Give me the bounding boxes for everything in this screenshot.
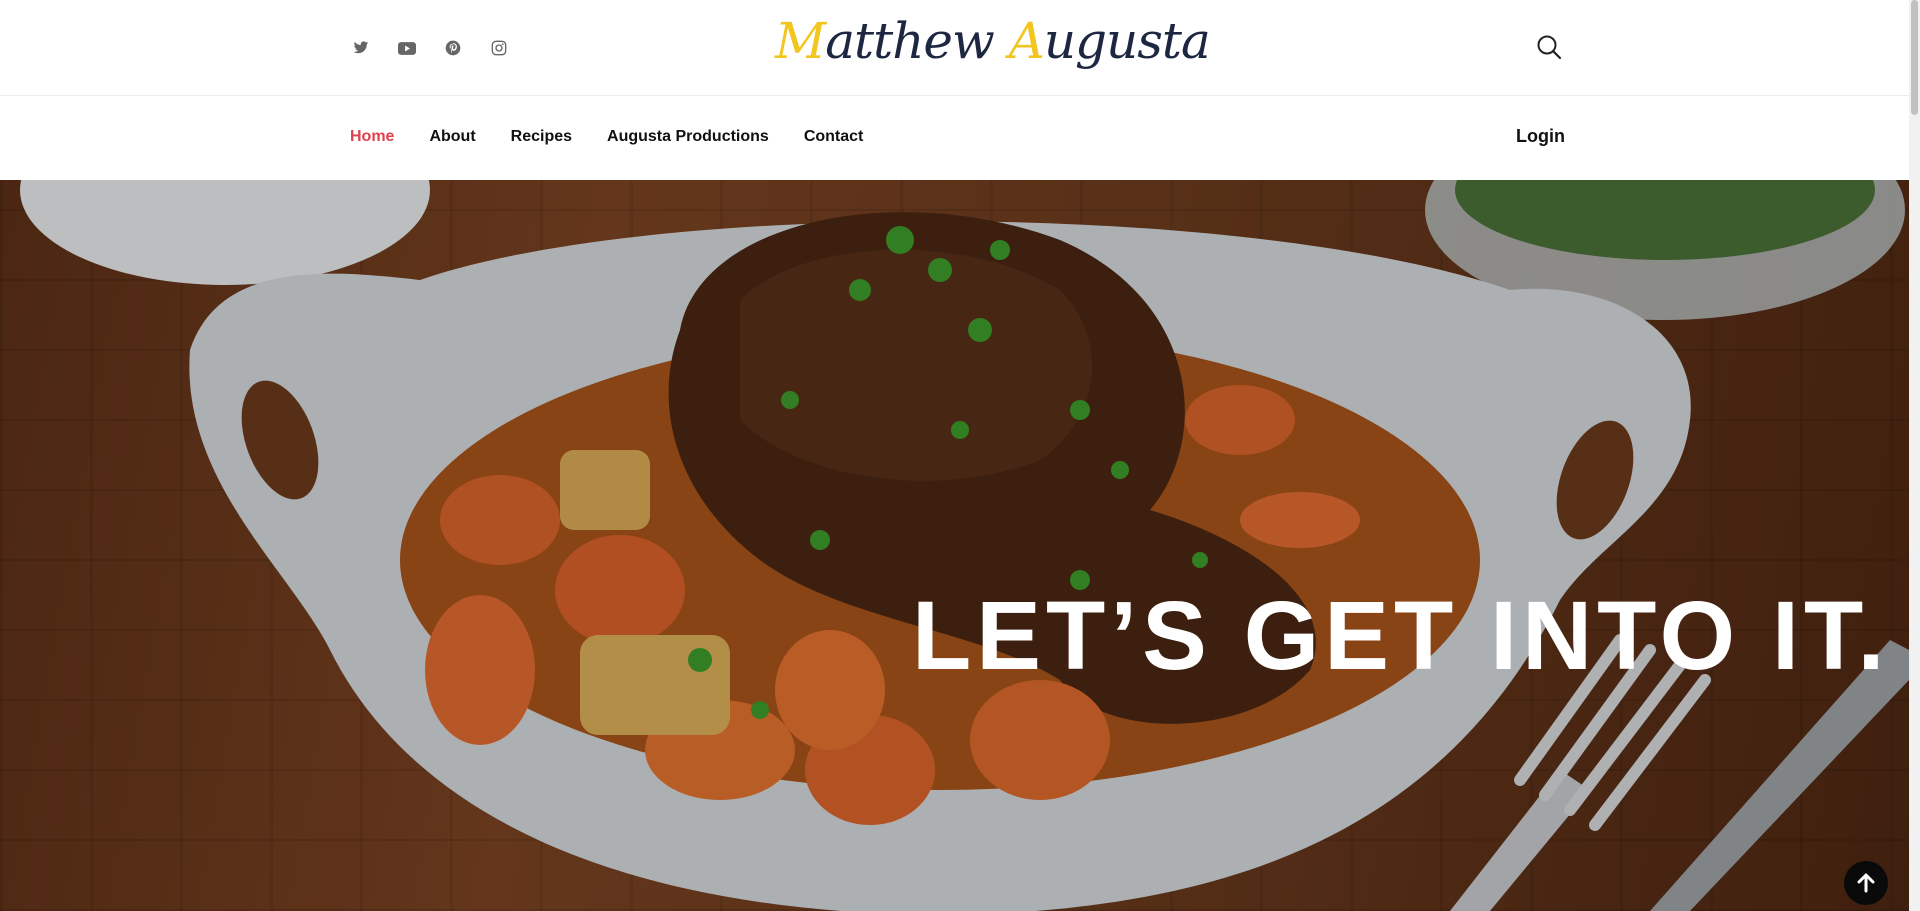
instagram-icon[interactable] (487, 36, 511, 60)
hero-headline: LET’S GET INTO IT. (912, 581, 1890, 690)
nav-item-about[interactable]: About (429, 128, 475, 146)
social-links (349, 36, 511, 60)
top-header: Matthew Augusta (0, 0, 1909, 96)
hero-overlay (0, 180, 1909, 911)
search-icon[interactable] (1536, 34, 1562, 60)
scroll-to-top-button[interactable] (1844, 861, 1888, 905)
twitter-icon[interactable] (349, 36, 373, 60)
youtube-icon[interactable] (395, 36, 419, 60)
pinterest-icon[interactable] (441, 36, 465, 60)
nav-item-recipes[interactable]: Recipes (511, 128, 572, 146)
nav-item-augusta-productions[interactable]: Augusta Productions (607, 128, 769, 146)
page-scrollbar[interactable] (1909, 0, 1920, 911)
hero-banner: LET’S GET INTO IT. (0, 180, 1909, 911)
main-nav: Home About Recipes Augusta Productions C… (350, 128, 863, 146)
scrollbar-thumb[interactable] (1911, 0, 1918, 115)
arrow-up-icon (1857, 873, 1875, 893)
nav-item-home[interactable]: Home (350, 128, 394, 146)
site-logo[interactable]: Matthew Augusta (775, 12, 1211, 70)
nav-item-contact[interactable]: Contact (804, 128, 864, 146)
main-navbar: Home About Recipes Augusta Productions C… (0, 96, 1909, 180)
login-link[interactable]: Login (1516, 126, 1565, 147)
